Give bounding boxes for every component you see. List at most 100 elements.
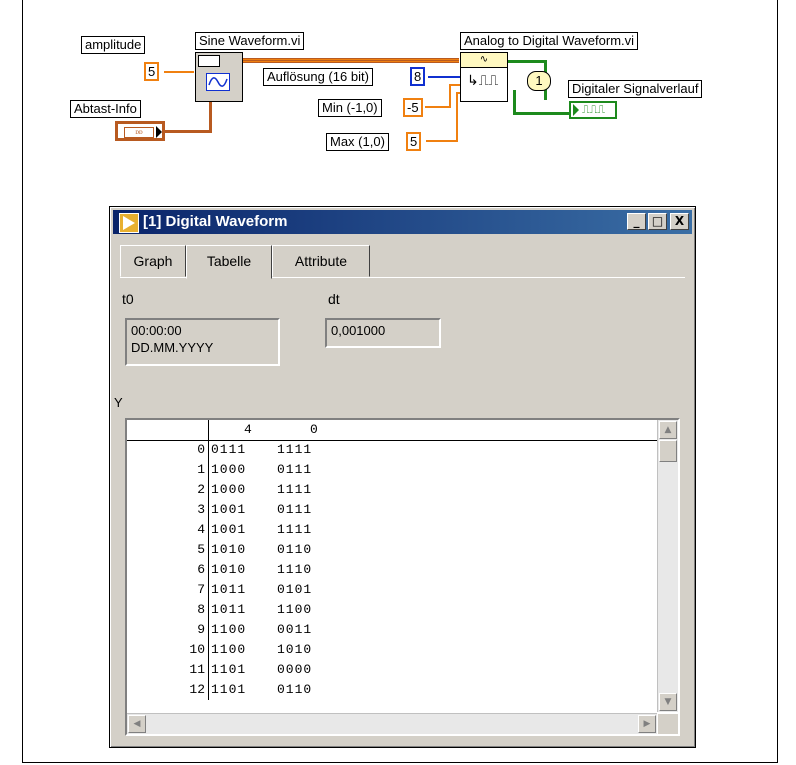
row-low-nibble: 0000 <box>277 662 313 677</box>
minimize-button[interactable]: _ <box>627 213 646 230</box>
row-index: 1 <box>197 462 205 477</box>
sine-header-icon <box>198 55 220 67</box>
horizontal-scrollbar[interactable]: ◀ ▶ <box>127 713 657 734</box>
sine-wave-icon <box>206 73 230 91</box>
amplitude-wire <box>164 71 194 73</box>
y-label: Y <box>114 395 123 410</box>
tab-attribute[interactable]: Attribute <box>272 245 370 277</box>
table-row: 8 1011 1100 <box>127 600 657 620</box>
row-index: 2 <box>197 482 205 497</box>
close-button[interactable]: X <box>670 213 689 230</box>
row-high-nibble: 1010 <box>211 542 247 557</box>
tab-graph[interactable]: Graph <box>120 245 186 277</box>
table-row: 9 1100 0011 <box>127 620 657 640</box>
digital-wire-v2 <box>513 90 516 114</box>
row-high-nibble: 1000 <box>211 462 247 477</box>
row-high-nibble: 1010 <box>211 562 247 577</box>
scroll-thumb[interactable] <box>659 440 677 462</box>
table-row: 6 1010 1110 <box>127 560 657 580</box>
row-low-nibble: 1100 <box>277 602 313 617</box>
scroll-left-icon[interactable]: ◀ <box>128 715 146 733</box>
a2d-waveform-vi-node[interactable]: ∿ ↳⎍⎍ <box>460 52 508 102</box>
window-app-icon <box>119 213 139 233</box>
amplitude-label: amplitude <box>81 36 146 54</box>
probe-window: [1] Digital Waveform _ □ X Graph Tabelle… <box>109 206 696 748</box>
table-row: 3 1001 0111 <box>127 500 657 520</box>
amplitude-constant[interactable]: 5 <box>144 62 160 81</box>
digital-indicator[interactable]: ⎍⎍⎍ <box>569 101 617 119</box>
table-row: 4 1001 1111 <box>127 520 657 540</box>
min-wire-h <box>425 106 451 108</box>
row-low-nibble: 1010 <box>277 642 313 657</box>
row-high-nibble: 1011 <box>211 602 247 617</box>
table-row: 5 1010 0110 <box>127 540 657 560</box>
table-row: 1 1000 0111 <box>127 460 657 480</box>
min-constant[interactable]: -5 <box>403 98 423 117</box>
max-label: Max (1,0) <box>326 133 389 151</box>
cluster-arrow-icon <box>156 126 162 138</box>
row-index: 4 <box>197 522 205 537</box>
row-index: 8 <box>197 602 205 617</box>
row-index: 7 <box>197 582 205 597</box>
row-high-nibble: 1100 <box>211 622 247 637</box>
row-high-nibble: 1000 <box>211 482 247 497</box>
row-low-nibble: 0101 <box>277 582 313 597</box>
table-row: 2 1000 1111 <box>127 480 657 500</box>
index-constant[interactable]: 1 <box>527 71 551 91</box>
aufloesung-wire <box>428 76 460 78</box>
vertical-scrollbar[interactable]: ▲ ▼ <box>657 420 678 712</box>
row-index: 11 <box>189 662 205 677</box>
abtast-wire-v <box>209 100 212 133</box>
digital-wire-out <box>508 60 546 63</box>
window-titlebar[interactable]: [1] Digital Waveform _ □ X <box>113 210 692 234</box>
table-header: 4 0 <box>127 420 657 441</box>
row-index: 0 <box>197 442 205 457</box>
scroll-up-icon[interactable]: ▲ <box>659 421 677 439</box>
max-wire-v <box>456 92 458 142</box>
sine-waveform-vi-node[interactable] <box>195 52 243 102</box>
max-wire-h <box>426 140 458 142</box>
row-index: 12 <box>189 682 205 697</box>
max-constant[interactable]: 5 <box>406 132 422 151</box>
a2d-waveform-label: Analog to Digital Waveform.vi <box>460 32 639 50</box>
row-high-nibble: 1001 <box>211 522 247 537</box>
row-index: 6 <box>197 562 205 577</box>
min-label: Min (-1,0) <box>318 99 382 117</box>
t0-time: 00:00:00 <box>131 323 182 338</box>
t0-date: DD.MM.YYYY <box>131 340 214 355</box>
row-low-nibble: 1111 <box>277 522 313 537</box>
row-index: 5 <box>197 542 205 557</box>
sine-waveform-label: Sine Waveform.vi <box>195 32 305 50</box>
row-low-nibble: 1111 <box>277 442 313 457</box>
digital-indicator-label: Digitaler Signalverlauf <box>568 80 703 98</box>
row-index: 9 <box>197 622 205 637</box>
bit-header-4: 4 <box>244 422 252 437</box>
cluster-icon: ᴅᴅ <box>124 127 154 138</box>
row-high-nibble: 1001 <box>211 502 247 517</box>
scroll-down-icon[interactable]: ▼ <box>659 693 677 711</box>
indicator-arrow-icon <box>573 104 579 116</box>
table-row: 0 0111 1111 <box>127 440 657 460</box>
table-row: 7 1011 0101 <box>127 580 657 600</box>
digital-wire-h <box>513 112 571 115</box>
row-high-nibble: 1011 <box>211 582 247 597</box>
abtast-info-cluster[interactable]: ᴅᴅ <box>115 121 165 141</box>
row-low-nibble: 1110 <box>277 562 313 577</box>
y-array-table[interactable]: 4 0 0 0111 1111 1 1000 0111 2 1000 1111 3 1001 0… <box>125 418 680 736</box>
aufloesung-constant[interactable]: 8 <box>410 67 426 86</box>
min-wire-in <box>449 84 460 86</box>
maximize-button[interactable]: □ <box>648 213 667 230</box>
row-high-nibble: 1101 <box>211 682 247 697</box>
tab-tabelle[interactable]: Tabelle <box>186 245 272 279</box>
table-row: 12 1101 0110 <box>127 680 657 700</box>
dt-field[interactable]: 0,001000 <box>325 318 441 348</box>
digital-step-icon: ↳⎍⎍ <box>467 73 499 89</box>
abtast-info-label: Abtast-Info <box>70 100 141 118</box>
row-low-nibble: 0111 <box>277 502 313 517</box>
row-low-nibble: 0110 <box>277 682 313 697</box>
scroll-right-icon[interactable]: ▶ <box>638 715 656 733</box>
t0-label: t0 <box>122 291 134 307</box>
min-wire-v <box>449 84 451 108</box>
t0-field[interactable]: 00:00:00 DD.MM.YYYY <box>125 318 280 366</box>
row-low-nibble: 1111 <box>277 482 313 497</box>
